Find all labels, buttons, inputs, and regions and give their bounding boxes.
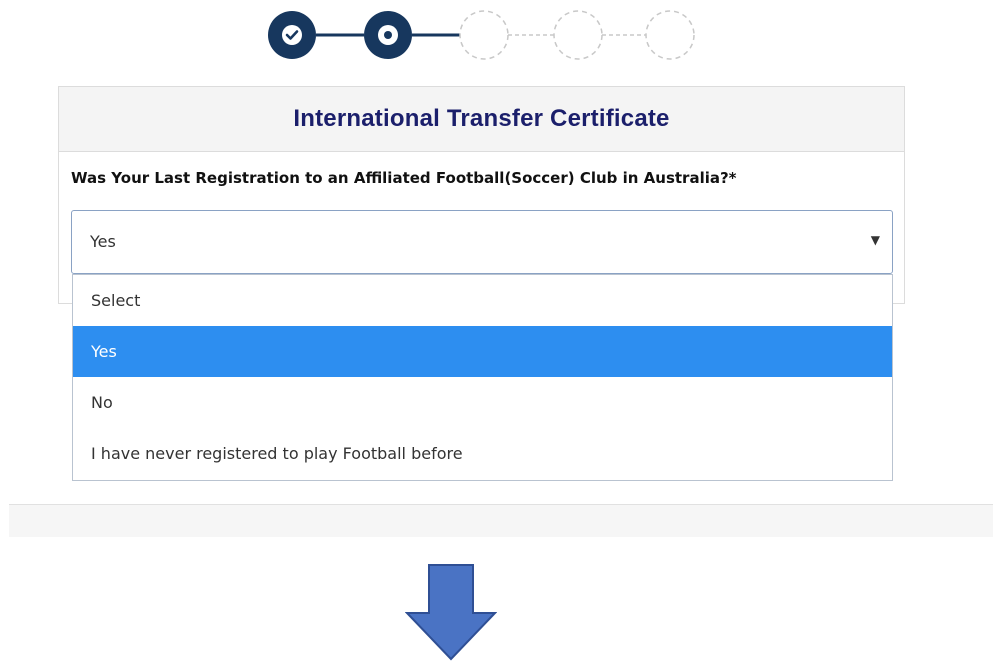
caret-down-icon: ▼ [870, 233, 880, 247]
option-select[interactable]: Select [73, 275, 892, 326]
progress-stepper [0, 0, 993, 80]
option-yes[interactable]: Yes [73, 326, 892, 377]
step-5-pending [645, 10, 695, 60]
step-2-current[interactable] [364, 11, 412, 59]
page: International Transfer Certificate Was Y… [0, 0, 993, 663]
option-no[interactable]: No [73, 377, 892, 428]
option-never-registered[interactable]: I have never registered to play Football… [73, 428, 892, 479]
select-current-value: Yes [90, 232, 116, 251]
select-dropdown-list: Select Yes No I have never registered to… [72, 274, 893, 481]
card-title: International Transfer Certificate [293, 105, 670, 132]
down-arrow-icon [405, 564, 497, 661]
registration-select[interactable]: Yes ▼ [71, 210, 893, 274]
step-1-completed[interactable] [268, 11, 316, 59]
card-header: International Transfer Certificate [59, 87, 904, 152]
step-4-pending [553, 10, 603, 60]
footer-bar [9, 504, 993, 537]
stepper-graphic [268, 10, 695, 60]
step-3-pending [459, 10, 509, 60]
question-label: Was Your Last Registration to an Affilia… [71, 169, 737, 187]
